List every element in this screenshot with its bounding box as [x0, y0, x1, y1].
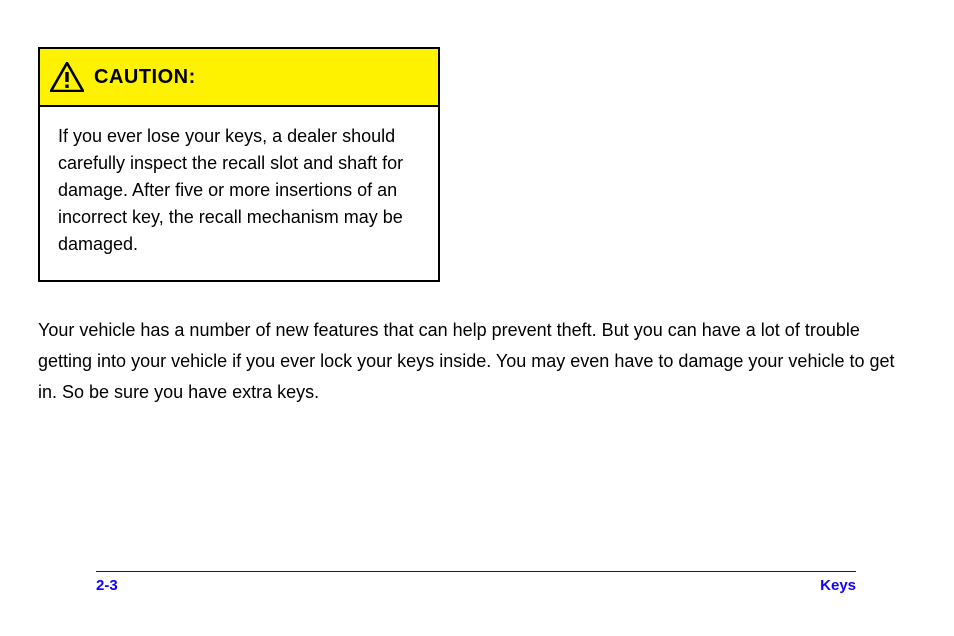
warning-triangle-icon [50, 62, 84, 92]
caution-body: If you ever lose your keys, a dealer sho… [40, 107, 438, 280]
caution-title: CAUTION: [94, 66, 196, 89]
main-paragraph: Your vehicle has a number of new feature… [38, 315, 908, 408]
footer: 2-3 Keys [0, 571, 954, 611]
footer-section-title: Keys [820, 577, 856, 594]
caution-header: CAUTION: [40, 49, 438, 107]
footer-rule [96, 571, 856, 572]
footer-page-number: 2-3 [96, 577, 118, 594]
caution-box: CAUTION: If you ever lose your keys, a d… [38, 47, 440, 282]
